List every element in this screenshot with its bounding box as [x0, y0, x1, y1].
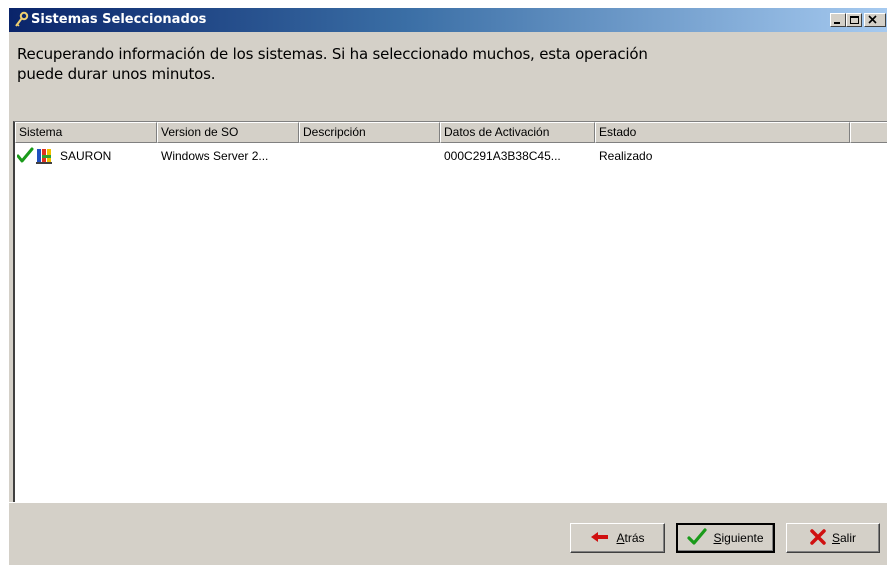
windows-server-icon	[36, 149, 52, 164]
back-button[interactable]: Atrás	[570, 523, 665, 553]
row-icons	[16, 147, 61, 170]
maximize-button[interactable]	[846, 13, 862, 27]
column-header-estado[interactable]: Estado	[595, 122, 850, 143]
arrow-left-icon	[590, 531, 610, 546]
window-title: Sistemas Seleccionados	[31, 12, 207, 27]
systems-list[interactable]: Sistema Version de SO Descripción Datos …	[13, 121, 887, 502]
column-header-filler	[850, 122, 887, 143]
footer-separator	[9, 502, 887, 503]
exit-button-label: Salir	[831, 531, 857, 545]
close-button[interactable]	[864, 13, 886, 27]
table-row[interactable]: SAURON Windows Server 2... 000C291A3B38C…	[15, 146, 885, 166]
intro-text: Recuperando información de los sistemas.…	[17, 44, 717, 84]
list-header: Sistema Version de SO Descripción Datos …	[15, 122, 887, 143]
column-header-version[interactable]: Version de SO	[157, 122, 299, 143]
title-bar[interactable]: Sistemas Seleccionados	[9, 8, 887, 32]
cell-descripcion	[303, 146, 438, 166]
check-icon	[16, 147, 34, 163]
x-icon	[810, 528, 826, 548]
check-icon	[687, 527, 708, 549]
minimize-button[interactable]	[830, 13, 846, 27]
cell-sistema: SAURON	[60, 149, 112, 163]
column-header-sistema[interactable]: Sistema	[15, 122, 157, 143]
next-button-label: Siguiente	[713, 531, 764, 545]
next-button[interactable]: Siguiente	[676, 523, 775, 553]
back-button-label: Atrás	[616, 531, 645, 545]
cell-version: Windows Server 2...	[161, 149, 269, 163]
intro-line-1: Recuperando información de los sistemas.…	[17, 45, 648, 63]
cell-estado: Realizado	[599, 149, 653, 163]
exit-button[interactable]: Salir	[786, 523, 880, 553]
key-icon	[13, 11, 29, 29]
intro-line-2: puede durar unos minutos.	[17, 65, 216, 83]
cell-datos: 000C291A3B38C45...	[444, 149, 561, 163]
column-header-descripcion[interactable]: Descripción	[299, 122, 440, 143]
wizard-window: Sistemas Seleccionados Recuperando infor…	[9, 8, 887, 565]
column-header-datos[interactable]: Datos de Activación	[440, 122, 595, 143]
